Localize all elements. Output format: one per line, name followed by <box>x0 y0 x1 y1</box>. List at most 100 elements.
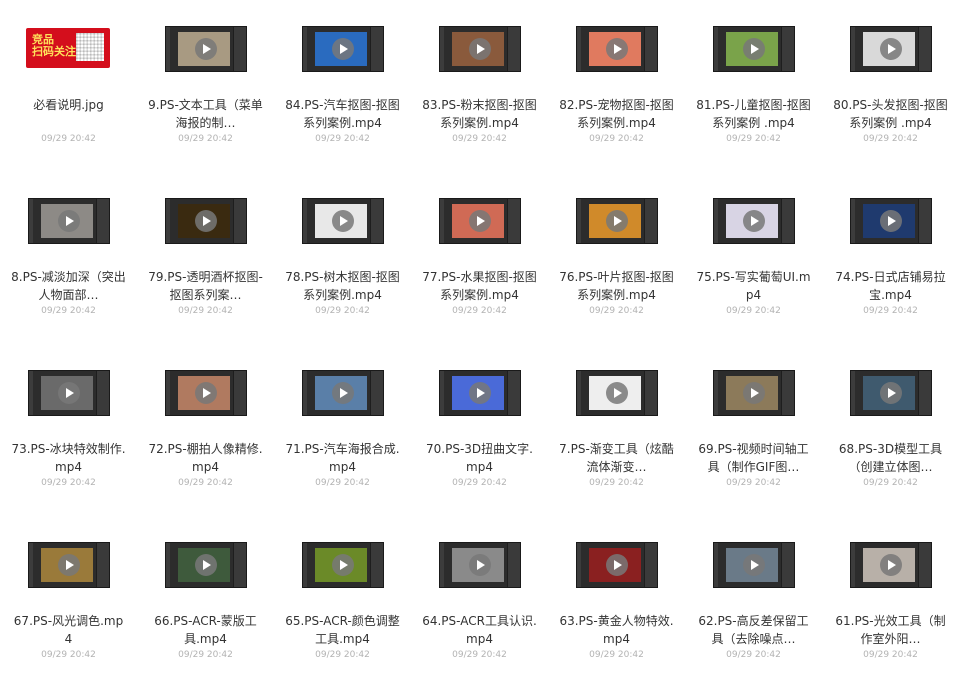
video-thumbnail[interactable] <box>576 198 658 244</box>
video-thumbnail[interactable] <box>165 198 247 244</box>
editor-panel <box>233 371 246 415</box>
play-icon[interactable] <box>58 210 80 232</box>
play-icon[interactable] <box>606 210 628 232</box>
video-thumbnail[interactable] <box>576 542 658 588</box>
play-icon[interactable] <box>880 554 902 576</box>
file-item[interactable]: 竞品 扫码关注 必看说明.jpg 09/29 20:42 <box>0 10 137 182</box>
file-name: 74.PS-日式店铺易拉宝.mp4 <box>835 270 946 302</box>
play-icon[interactable] <box>195 38 217 60</box>
video-thumbnail[interactable] <box>713 26 795 72</box>
file-name: 7.PS-渐变工具（炫酷流体渐变… <box>559 442 674 474</box>
play-icon[interactable] <box>743 210 765 232</box>
file-item[interactable]: 82.PS-宠物抠图-抠图系列案例.mp4 09/29 20:42 <box>548 10 685 182</box>
editor-panel <box>644 199 657 243</box>
video-thumbnail[interactable] <box>439 370 521 416</box>
play-icon[interactable] <box>880 38 902 60</box>
file-item[interactable]: 66.PS-ACR-蒙版工具.mp4 09/29 20:42 <box>137 526 274 698</box>
play-icon[interactable] <box>58 382 80 404</box>
file-item[interactable]: 72.PS-棚拍人像精修.mp4 09/29 20:42 <box>137 354 274 526</box>
play-icon[interactable] <box>606 382 628 404</box>
file-name: 76.PS-叶片抠图-抠图系列案例.mp4 <box>559 270 674 302</box>
play-icon[interactable] <box>743 554 765 576</box>
play-icon[interactable] <box>880 382 902 404</box>
video-thumbnail[interactable] <box>302 370 384 416</box>
editor-panel <box>233 199 246 243</box>
file-date: 09/29 20:42 <box>726 306 781 316</box>
video-thumbnail[interactable] <box>850 198 932 244</box>
video-thumbnail[interactable] <box>713 542 795 588</box>
file-item[interactable]: 76.PS-叶片抠图-抠图系列案例.mp4 09/29 20:42 <box>548 182 685 354</box>
file-name: 82.PS-宠物抠图-抠图系列案例.mp4 <box>559 98 674 130</box>
file-name: 81.PS-儿童抠图-抠图系列案例 .mp4 <box>696 98 811 130</box>
video-thumbnail[interactable] <box>850 542 932 588</box>
play-icon[interactable] <box>195 382 217 404</box>
file-item[interactable]: 69.PS-视频时间轴工具（制作GIF图… 09/29 20:42 <box>685 354 822 526</box>
file-item[interactable]: 67.PS-风光调色.mp4 09/29 20:42 <box>0 526 137 698</box>
video-thumbnail[interactable] <box>713 370 795 416</box>
play-icon[interactable] <box>743 38 765 60</box>
file-item[interactable]: 78.PS-树木抠图-抠图系列案例.mp4 09/29 20:42 <box>274 182 411 354</box>
video-thumbnail[interactable] <box>165 370 247 416</box>
video-thumbnail[interactable] <box>439 542 521 588</box>
video-thumbnail[interactable] <box>576 370 658 416</box>
file-item[interactable]: 73.PS-冰块特效制作.mp4 09/29 20:42 <box>0 354 137 526</box>
play-icon[interactable] <box>58 554 80 576</box>
play-icon[interactable] <box>195 554 217 576</box>
file-item[interactable]: 70.PS-3D扭曲文字.mp4 09/29 20:42 <box>411 354 548 526</box>
play-icon[interactable] <box>332 382 354 404</box>
video-thumbnail[interactable] <box>28 542 110 588</box>
play-icon[interactable] <box>332 210 354 232</box>
video-thumbnail[interactable] <box>850 26 932 72</box>
file-item[interactable]: 7.PS-渐变工具（炫酷流体渐变… 09/29 20:42 <box>548 354 685 526</box>
play-icon[interactable] <box>469 554 491 576</box>
play-icon[interactable] <box>469 210 491 232</box>
file-item[interactable]: 71.PS-汽车海报合成.mp4 09/29 20:42 <box>274 354 411 526</box>
video-thumbnail[interactable] <box>28 370 110 416</box>
editor-panel <box>507 543 520 587</box>
play-icon[interactable] <box>743 382 765 404</box>
file-date: 09/29 20:42 <box>41 650 96 660</box>
play-icon[interactable] <box>606 554 628 576</box>
play-icon[interactable] <box>469 382 491 404</box>
video-thumbnail[interactable] <box>439 26 521 72</box>
video-thumbnail[interactable] <box>28 198 110 244</box>
play-icon[interactable] <box>606 38 628 60</box>
file-item[interactable]: 65.PS-ACR-颜色调整工具.mp4 09/29 20:42 <box>274 526 411 698</box>
file-item[interactable]: 64.PS-ACR工具认识.mp4 09/29 20:42 <box>411 526 548 698</box>
video-thumbnail[interactable] <box>576 26 658 72</box>
file-name: 78.PS-树木抠图-抠图系列案例.mp4 <box>285 270 400 302</box>
file-item[interactable]: 83.PS-粉末抠图-抠图系列案例.mp4 09/29 20:42 <box>411 10 548 182</box>
file-item[interactable]: 75.PS-写实葡萄UI.mp4 09/29 20:42 <box>685 182 822 354</box>
play-icon[interactable] <box>880 210 902 232</box>
editor-panel <box>918 27 931 71</box>
file-item[interactable]: 74.PS-日式店铺易拉宝.mp4 09/29 20:42 <box>822 182 959 354</box>
file-item[interactable]: 63.PS-黄金人物特效.mp4 09/29 20:42 <box>548 526 685 698</box>
file-date: 09/29 20:42 <box>863 306 918 316</box>
file-date: 09/29 20:42 <box>41 478 96 488</box>
editor-toolbar <box>714 543 718 587</box>
video-thumbnail[interactable] <box>302 542 384 588</box>
file-item[interactable]: 61.PS-光效工具（制作室外阳… 09/29 20:42 <box>822 526 959 698</box>
video-thumbnail[interactable] <box>302 198 384 244</box>
image-thumbnail[interactable]: 竞品 扫码关注 <box>26 28 110 68</box>
video-thumbnail[interactable] <box>850 370 932 416</box>
file-item[interactable]: 81.PS-儿童抠图-抠图系列案例 .mp4 09/29 20:42 <box>685 10 822 182</box>
video-thumbnail[interactable] <box>165 542 247 588</box>
video-thumbnail[interactable] <box>439 198 521 244</box>
file-item[interactable]: 68.PS-3D模型工具（创建立体图… 09/29 20:42 <box>822 354 959 526</box>
promo-text: 竞品 扫码关注 <box>32 33 76 58</box>
video-thumbnail[interactable] <box>713 198 795 244</box>
video-thumbnail[interactable] <box>302 26 384 72</box>
video-thumbnail[interactable] <box>165 26 247 72</box>
file-item[interactable]: 77.PS-水果抠图-抠图系列案例.mp4 09/29 20:42 <box>411 182 548 354</box>
play-icon[interactable] <box>469 38 491 60</box>
play-icon[interactable] <box>332 38 354 60</box>
play-icon[interactable] <box>332 554 354 576</box>
file-item[interactable]: 80.PS-头发抠图-抠图系列案例 .mp4 09/29 20:42 <box>822 10 959 182</box>
file-item[interactable]: 62.PS-高反差保留工具（去除噪点… 09/29 20:42 <box>685 526 822 698</box>
file-item[interactable]: 84.PS-汽车抠图-抠图系列案例.mp4 09/29 20:42 <box>274 10 411 182</box>
play-icon[interactable] <box>195 210 217 232</box>
file-item[interactable]: 8.PS-减淡加深（突出人物面部… 09/29 20:42 <box>0 182 137 354</box>
file-item[interactable]: 9.PS-文本工具（菜单海报的制… 09/29 20:42 <box>137 10 274 182</box>
file-item[interactable]: 79.PS-透明酒杯抠图-抠图系列案… 09/29 20:42 <box>137 182 274 354</box>
